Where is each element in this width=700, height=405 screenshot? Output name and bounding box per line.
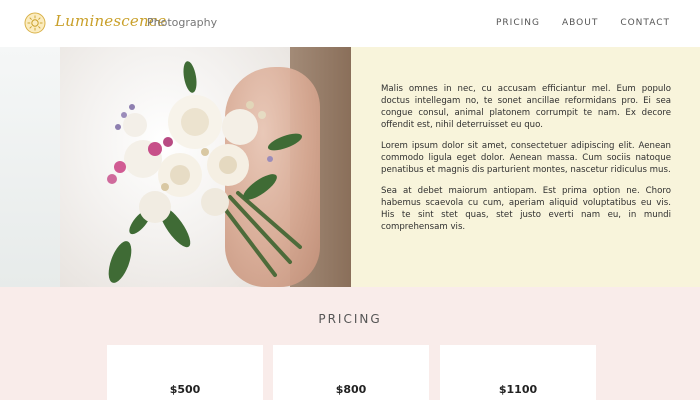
bride-bouquet-photo <box>0 47 351 287</box>
hero-text-panel: Malis omnes in nec, cu accusam efficiant… <box>351 47 700 287</box>
price-card-premium[interactable]: $1100 <box>440 345 596 405</box>
price-card-standard[interactable]: $800 <box>273 345 429 405</box>
price-amount: $500 <box>169 383 201 396</box>
nav-link-pricing[interactable]: PRICING <box>496 18 540 28</box>
price-amount: $800 <box>335 383 367 396</box>
price-card-basic[interactable]: $500 <box>107 345 263 405</box>
brand-subtitle[interactable]: Photography <box>147 16 217 29</box>
site-header: Luminescence Photography PRICING ABOUT C… <box>0 0 700 47</box>
hero-paragraph: Lorem ipsum dolor sit amet, consectetuer… <box>381 141 671 175</box>
pricing-title: PRICING <box>318 312 382 326</box>
pricing-section: PRICING $500 $800 $1100 <box>0 287 700 405</box>
nav-link-about[interactable]: ABOUT <box>562 18 598 28</box>
hero-paragraph: Sea at debet maiorum antiopam. Est prima… <box>381 186 671 232</box>
hero-section: Malis omnes in nec, cu accusam efficiant… <box>0 47 700 287</box>
sun-icon[interactable] <box>24 12 46 34</box>
main-nav: PRICING ABOUT CONTACT <box>474 18 670 28</box>
bouquet-illustration <box>107 61 303 283</box>
hero-paragraph: Malis omnes in nec, cu accusam efficiant… <box>381 84 671 130</box>
nav-link-contact[interactable]: CONTACT <box>620 18 670 28</box>
price-amount: $1100 <box>498 383 538 396</box>
